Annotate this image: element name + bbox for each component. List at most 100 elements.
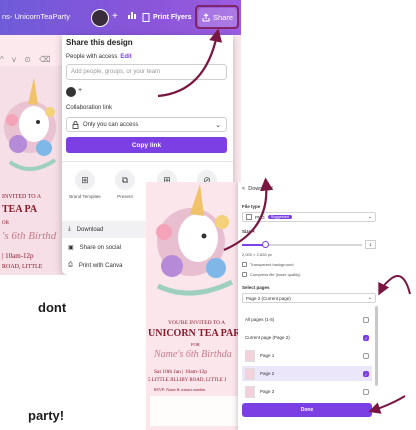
user-avatar — [66, 87, 76, 97]
flyer-invited-text: INVITED TO A — [2, 194, 42, 200]
flyer-title-text: UNICORN TEA PAR — [148, 328, 241, 339]
file-type-value: PNG — [255, 214, 265, 220]
flyer-for-text: FOR — [191, 342, 200, 347]
transparent-checkbox[interactable] — [242, 262, 247, 267]
share-icon — [202, 13, 210, 22]
print-canva-label: Print with Canva — [78, 262, 123, 269]
scrollbar[interactable] — [375, 306, 378, 386]
back-button[interactable]: < — [242, 186, 245, 192]
current-page-option[interactable]: Current page (Page 2) ✓ — [242, 330, 372, 345]
image-file-icon — [246, 214, 252, 220]
edit-access-link[interactable]: Edit — [120, 54, 131, 60]
page-option[interactable]: Page 2 ✓ — [242, 366, 372, 381]
people-access-label: People with access Edit — [66, 54, 132, 60]
document-icon — [142, 13, 150, 22]
add-people-input[interactable]: Add people, groups, or your team — [66, 64, 227, 80]
flyer-address-text: 5 LITTLE JILLIBY ROAD, LITTLE J — [148, 378, 227, 383]
transparent-option[interactable]: Transparent background — [242, 262, 293, 267]
flyer-address-text: ROAD, LITTLE — [2, 264, 43, 270]
brand-template-icon: ⊞ — [75, 170, 95, 190]
flyer-fine-print — [150, 396, 244, 426]
print-flyers-button[interactable]: Print Flyers — [138, 9, 196, 26]
select-pages-label: Select pages — [242, 285, 270, 290]
arrow-to-pages — [378, 275, 411, 296]
page-label: Page 3 — [260, 389, 275, 394]
flyer-title-text: TEA PA — [2, 204, 38, 215]
size-value-input[interactable]: 1 — [365, 240, 376, 249]
page-option[interactable]: Page 1 — [242, 348, 372, 363]
lock-icon — [72, 120, 79, 129]
social-icon: ▣ — [68, 245, 74, 251]
option-brand-template[interactable]: ⊞ Brand Template — [68, 170, 102, 199]
add-collaborator-button[interactable]: + — [112, 11, 118, 22]
share-label: Share — [213, 13, 234, 22]
body-text-party: party! — [28, 408, 65, 423]
unicorn-illustration — [156, 184, 234, 296]
slider-handle[interactable] — [262, 241, 269, 248]
people-access-text: People with access — [66, 54, 118, 60]
body-text-dont: dont — [38, 300, 67, 315]
pages-value: Page 2 (Current page) — [246, 295, 291, 301]
share-social-label: Share on social — [79, 244, 122, 251]
page-checkbox[interactable] — [363, 388, 369, 395]
chevron-down-icon: ⌄ — [367, 214, 372, 220]
flyer-name-text: Name's 6th Birthda — [154, 349, 232, 360]
size-label: Size × — [242, 229, 255, 234]
compress-option[interactable]: Compress file (lower quality) — [242, 272, 300, 277]
done-button[interactable]: Done — [242, 403, 372, 417]
page-label: Page 2 — [260, 371, 275, 376]
all-pages-checkbox[interactable] — [363, 316, 369, 323]
file-type-label: File type — [242, 204, 261, 209]
all-pages-option[interactable]: All pages (1-5) — [242, 312, 372, 327]
avatar[interactable] — [91, 9, 109, 27]
editor-topbar: ns- UnicornTeaParty + Print Flyers Share — [0, 0, 241, 35]
flyer-rsvp-text: RSVP: Name & contact number — [154, 387, 206, 392]
flyer-for-text: OR — [2, 221, 9, 226]
compress-label: Compress file (lower quality) — [250, 272, 301, 277]
collaboration-link-label: Collaboration link — [66, 105, 113, 111]
print-icon: ⎙ — [68, 262, 73, 268]
download-header: < Download — [242, 186, 273, 192]
page-option[interactable]: Page 3 — [242, 384, 372, 399]
chevron-down-icon: ⌄ — [215, 121, 221, 129]
flyer-invited-text: YOU'RE INVITED TO A — [168, 320, 226, 326]
access-select[interactable]: Only you can access ⌄ — [66, 117, 227, 132]
print-flyers-label: Print Flyers — [153, 14, 192, 21]
option-label: Brand Template — [69, 194, 101, 199]
add-user-button[interactable]: + — [78, 87, 82, 94]
page-thumbnail — [245, 385, 255, 398]
share-panel-title: Share this design — [66, 38, 133, 47]
suggested-badge: Suggested — [267, 215, 292, 219]
divider — [62, 161, 233, 162]
flyer-preview-large: YOU'RE INVITED TO A UNICORN TEA PAR FOR … — [146, 182, 246, 430]
flyer-preview: INVITED TO A TEA PA OR 's 6th Birthd | 1… — [0, 66, 62, 275]
document-title[interactable]: ns- UnicornTeaParty — [2, 12, 70, 21]
chevron-down-icon: ⌄ — [367, 295, 372, 301]
dimensions-text: 2,000 × 2,828 px — [242, 252, 272, 257]
access-value: Only you can access — [83, 121, 139, 128]
download-title: Download — [248, 186, 273, 192]
download-label: Download — [76, 226, 104, 233]
option-label: Present — [117, 194, 133, 199]
current-page-checkbox[interactable]: ✓ — [363, 334, 369, 341]
bar-chart-icon[interactable] — [127, 10, 137, 23]
copy-link-button[interactable]: Copy link — [66, 137, 227, 153]
current-page-label: Current page (Page 2) — [245, 335, 290, 340]
compress-checkbox[interactable] — [242, 272, 247, 277]
download-panel: < Download File type PNG Suggested ⌄ Siz… — [238, 182, 380, 430]
pages-select[interactable]: Page 2 (Current page) ⌄ — [242, 293, 376, 303]
download-screenshot: YOU'RE INVITED TO A UNICORN TEA PAR FOR … — [146, 182, 380, 430]
page-label: Page 1 — [260, 353, 275, 358]
size-slider[interactable] — [242, 241, 362, 248]
flyer-birthday-text: 's 6th Birthd — [2, 230, 57, 242]
file-type-select[interactable]: PNG Suggested ⌄ — [242, 212, 376, 222]
unicorn-illustration — [4, 77, 57, 171]
page-thumbnail — [245, 349, 255, 362]
share-button[interactable]: Share — [198, 8, 238, 27]
present-icon: ⧉ — [115, 170, 135, 190]
option-present[interactable]: ⧉ Present — [108, 170, 142, 199]
page-checkbox[interactable]: ✓ — [363, 370, 369, 377]
canvas-controls[interactable]: ^ v ⊙ ⌫ — [0, 55, 60, 64]
page-checkbox[interactable] — [363, 352, 369, 359]
download-icon: ⤓ — [68, 226, 71, 232]
